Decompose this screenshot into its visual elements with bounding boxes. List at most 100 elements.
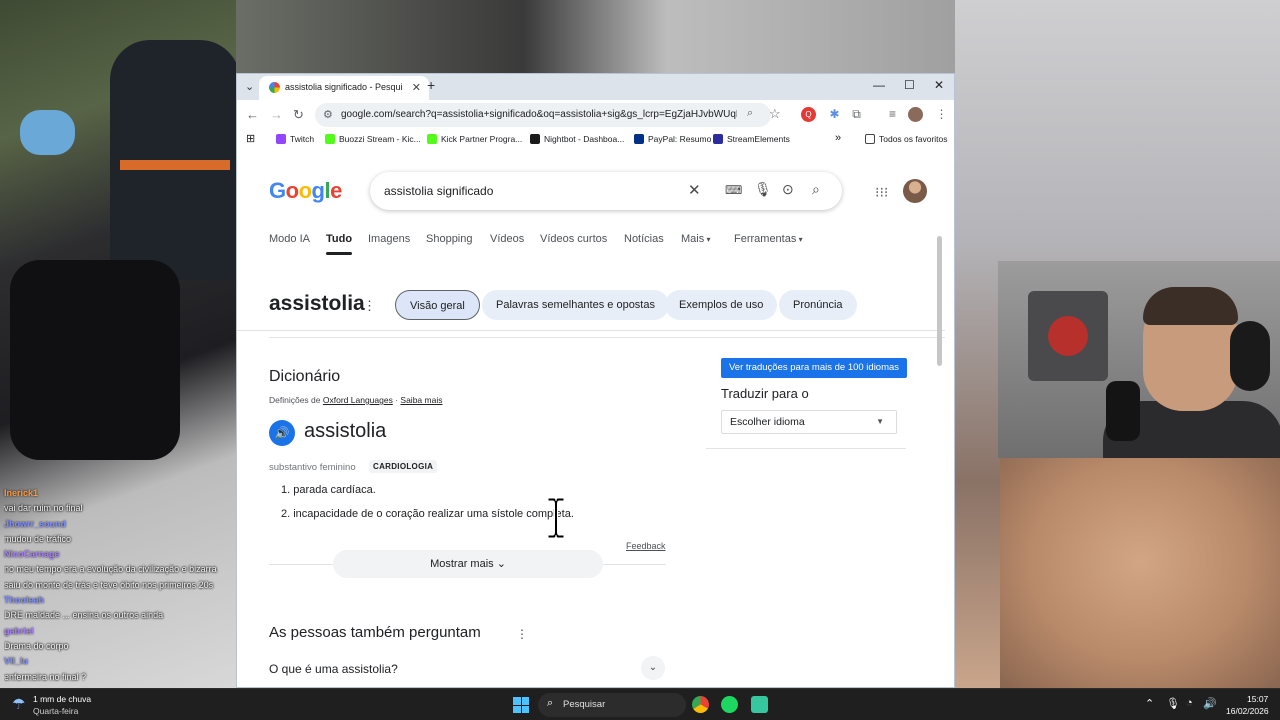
apps-grid-icon[interactable]: ⊞ bbox=[246, 132, 255, 145]
chat-username: gabriel bbox=[4, 625, 34, 636]
paa-question-1[interactable]: O que é uma assistolia? bbox=[269, 662, 398, 676]
search-tab[interactable]: Notícias bbox=[624, 233, 664, 245]
taskbar-search-icon: ⌕ bbox=[547, 697, 554, 709]
clock-time[interactable]: 15:07 bbox=[1247, 694, 1268, 704]
bookmark-star-icon[interactable]: ☆ bbox=[769, 106, 781, 122]
bookmark-item[interactable]: StreamElements bbox=[713, 134, 790, 144]
tab-close-icon[interactable]: ✕ bbox=[412, 81, 421, 94]
taskbar-search[interactable]: ⌕ Pesquisar bbox=[538, 693, 686, 717]
filter-chip[interactable]: Pronúncia bbox=[779, 290, 857, 320]
bookmark-item[interactable]: Nightbot - Dashboa... bbox=[530, 134, 624, 144]
extension-red-icon[interactable]: Q bbox=[801, 107, 816, 122]
weather-rain-icon[interactable]: ☂ bbox=[12, 695, 25, 713]
bookmark-favicon-icon bbox=[427, 134, 437, 144]
search-tab[interactable]: Shopping bbox=[426, 233, 473, 245]
keyboard-icon[interactable]: ⌨ bbox=[725, 183, 742, 197]
app-icon[interactable] bbox=[751, 696, 768, 713]
show-more-button[interactable]: Mostrar mais ⌄ bbox=[333, 550, 603, 578]
google-favicon-icon bbox=[269, 82, 280, 93]
language-select[interactable]: Escolher idioma ▼ bbox=[721, 410, 897, 434]
lens-icon[interactable]: ⊙ bbox=[782, 181, 794, 198]
forward-icon[interactable]: → bbox=[270, 107, 283, 122]
close-window-icon[interactable]: ✕ bbox=[934, 78, 944, 92]
weather-text[interactable]: 1 mm de chuva bbox=[33, 694, 91, 704]
filter-chip[interactable]: Visão geral bbox=[395, 290, 480, 320]
chips-divider bbox=[269, 337, 945, 338]
google-apps-icon[interactable]: ⁝⁝⁝ bbox=[875, 184, 888, 201]
filter-chip[interactable]: Palavras semelhantes e opostas bbox=[482, 290, 669, 320]
translate-badge[interactable]: Ver traduções para mais de 100 idiomas bbox=[721, 358, 908, 378]
account-avatar[interactable] bbox=[903, 179, 927, 203]
all-bookmarks[interactable]: Todos os favoritos bbox=[865, 134, 948, 144]
chat-username: Thooleah bbox=[4, 595, 44, 606]
voice-search-icon[interactable]: 🎙 bbox=[754, 181, 772, 198]
search-tab[interactable]: Modo IA bbox=[269, 233, 310, 245]
feedback-link[interactable]: Feedback bbox=[626, 541, 666, 551]
page-scrollbar[interactable] bbox=[937, 236, 942, 366]
bookmark-item[interactable]: Kick Partner Progra... bbox=[427, 134, 522, 144]
windows-start-icon[interactable] bbox=[513, 697, 529, 713]
network-icon[interactable]: ◔ bbox=[1186, 697, 1193, 709]
translate-label: Traduzir para o bbox=[721, 386, 809, 401]
chrome-icon[interactable] bbox=[692, 696, 709, 713]
clock-date[interactable]: 16/02/2026 bbox=[1226, 706, 1269, 716]
search-icon[interactable]: ⌕ bbox=[812, 181, 820, 198]
search-tab[interactable]: Vídeos curtos bbox=[540, 233, 607, 245]
bookmark-item[interactable]: PayPal: Resumo bbox=[634, 134, 711, 144]
address-bar[interactable]: ⚙ google.com/search?q=assistolia+signifi… bbox=[315, 103, 781, 127]
search-query[interactable]: assistolia significado bbox=[384, 184, 493, 198]
domain-badge: CARDIOLOGIA bbox=[369, 460, 438, 473]
new-tab-icon[interactable]: + bbox=[427, 77, 435, 93]
mic-tray-icon[interactable]: 🎙 bbox=[1166, 697, 1180, 710]
search-box[interactable]: assistolia significado ✕ ⌨ 🎙 ⊙ ⌕ bbox=[370, 172, 842, 210]
dictionary-source: Definições de Oxford Languages · Saiba m… bbox=[269, 395, 443, 405]
back-icon[interactable]: ← bbox=[246, 107, 259, 122]
search-tab[interactable]: Mais ▾ bbox=[681, 233, 710, 245]
bookmark-favicon-icon bbox=[713, 134, 723, 144]
browser-tab[interactable]: assistolia significado - Pesquisa ✕ bbox=[259, 76, 429, 100]
clear-search-icon[interactable]: ✕ bbox=[688, 181, 701, 199]
filter-chip[interactable]: Exemplos de uso bbox=[665, 290, 778, 320]
extensions-puzzle-icon[interactable]: ⧉ bbox=[849, 107, 864, 122]
volume-icon[interactable]: 🔊 bbox=[1203, 697, 1217, 710]
chat-message: vai dar ruim no final bbox=[4, 503, 83, 514]
dropdown-caret-icon: ▾ bbox=[704, 235, 711, 244]
maximize-icon[interactable]: ☐ bbox=[904, 78, 915, 92]
learn-more-link[interactable]: Saiba mais bbox=[400, 395, 442, 405]
tab-search-icon[interactable]: ⌄ bbox=[245, 80, 254, 93]
paa-title: As pessoas também perguntam bbox=[269, 624, 481, 641]
tab-title: assistolia significado - Pesquisa bbox=[285, 82, 403, 92]
bookmark-favicon-icon bbox=[276, 134, 286, 144]
search-tab[interactable]: Imagens bbox=[368, 233, 410, 245]
bookmarks-overflow-icon[interactable]: » bbox=[835, 132, 841, 144]
search-tab[interactable]: Tudo bbox=[326, 233, 353, 255]
oxford-link[interactable]: Oxford Languages bbox=[323, 395, 393, 405]
definition-1: 1. parada cardíaca. bbox=[281, 484, 376, 496]
site-info-icon[interactable]: ⚙ bbox=[323, 108, 333, 121]
google-logo[interactable]: Google bbox=[269, 178, 342, 204]
bookmark-item[interactable]: Twitch bbox=[276, 134, 314, 144]
weather-day[interactable]: Quarta-feira bbox=[33, 706, 78, 716]
bookmark-favicon-icon bbox=[634, 134, 644, 144]
spotify-icon[interactable] bbox=[721, 696, 738, 713]
headset-icon bbox=[1230, 321, 1270, 391]
term-more-icon[interactable]: ⋮ bbox=[363, 298, 376, 314]
zoom-icon[interactable]: ⌕ bbox=[747, 107, 753, 120]
speaker-icon[interactable]: 🔊 bbox=[269, 420, 295, 446]
tray-chevron-icon[interactable]: ⌃ bbox=[1145, 697, 1154, 710]
text-cursor-icon bbox=[547, 497, 565, 539]
microphone-icon bbox=[1106, 381, 1140, 441]
browser-menu-icon[interactable]: ⋮ bbox=[934, 107, 949, 122]
paa-more-icon[interactable]: ⋮ bbox=[516, 627, 528, 641]
paa-chevron-icon[interactable]: ⌄ bbox=[641, 656, 665, 680]
search-tab[interactable]: Vídeos bbox=[490, 233, 524, 245]
bookmark-favicon-icon bbox=[530, 134, 540, 144]
minimize-icon[interactable]: — bbox=[873, 78, 885, 92]
profile-avatar-icon[interactable] bbox=[908, 107, 923, 122]
reading-list-icon[interactable]: ≡ bbox=[885, 107, 900, 122]
extension-gear-icon[interactable]: ✱ bbox=[827, 107, 842, 122]
windows-taskbar: ☂ 1 mm de chuva Quarta-feira ⌕ Pesquisar… bbox=[0, 688, 1280, 720]
bookmark-item[interactable]: Buozzi Stream - Kic... bbox=[325, 134, 421, 144]
search-tab[interactable]: Ferramentas ▾ bbox=[734, 233, 803, 245]
reload-icon[interactable]: ↻ bbox=[293, 107, 304, 123]
